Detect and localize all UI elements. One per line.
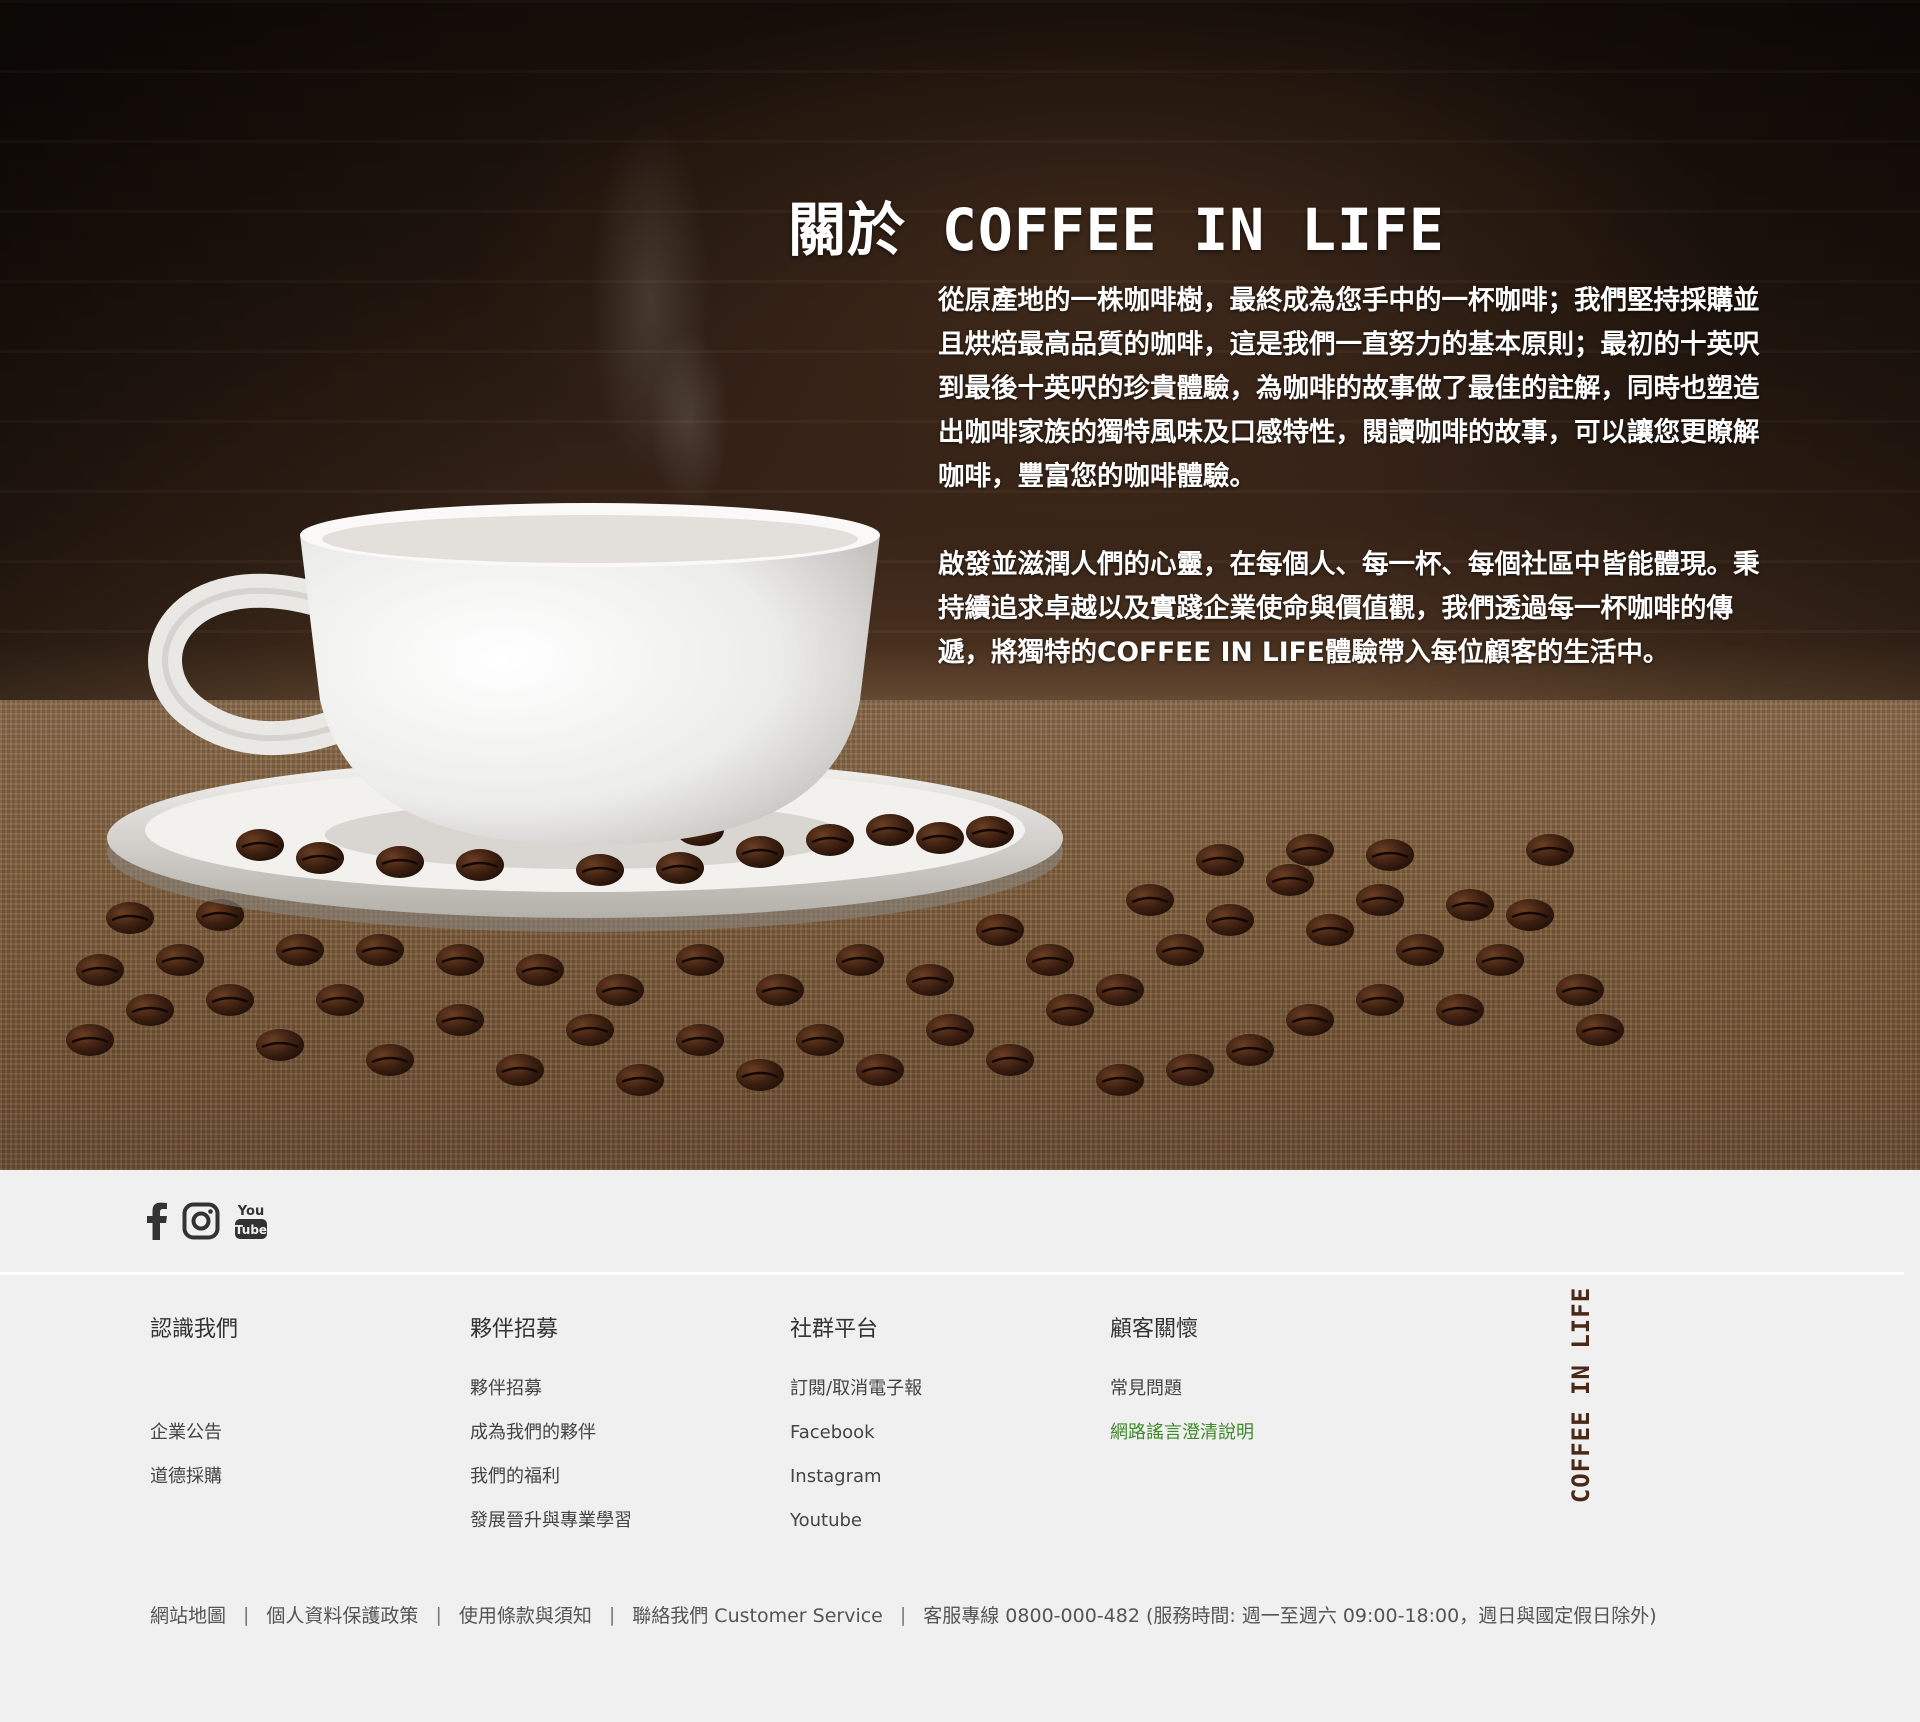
footer-link-newsletter[interactable]: 訂閱/取消電子報 <box>790 1367 1090 1411</box>
footer-brand-text: COFFEE IN LIFE <box>1567 1286 1595 1504</box>
footer-columns: 認識我們 企業公告 道德採購 夥伴招募 夥伴招募 成為我們的夥伴 我們的福利 發… <box>0 1275 1920 1575</box>
footer-link-announcements[interactable]: 企業公告 <box>150 1411 450 1455</box>
youtube-text-top: You <box>237 1204 264 1219</box>
link-separator: | <box>899 1603 907 1626</box>
footer-column-social: 社群平台 訂閱/取消電子報 Facebook Instagram Youtube <box>790 1315 1090 1543</box>
about-body: 從原產地的一株咖啡樹，最終成為您手中的一杯咖啡；我們堅持採購並且烘焙最高品質的咖… <box>938 279 1783 675</box>
link-separator: | <box>435 1603 442 1626</box>
footer-link-instagram[interactable]: Instagram <box>790 1455 1090 1499</box>
link-separator: | <box>608 1603 616 1626</box>
youtube-text-bottom: Tube <box>235 1223 267 1237</box>
about-section: 關於 COFFEE IN LIFE 從原產地的一株咖啡樹，最終成為您手中的一杯咖… <box>788 195 1788 675</box>
social-bar: You Tube <box>0 1170 1920 1272</box>
youtube-icon[interactable]: You Tube <box>234 1199 268 1243</box>
footer-column-about: 認識我們 企業公告 道德採購 <box>150 1315 450 1499</box>
footer-column-title: 認識我們 <box>150 1317 239 1342</box>
facebook-icon[interactable] <box>146 1199 168 1243</box>
footer-link-benefits[interactable]: 我們的福利 <box>470 1455 770 1499</box>
instagram-icon[interactable] <box>182 1199 220 1243</box>
footer-column-careers: 夥伴招募 夥伴招募 成為我們的夥伴 我們的福利 發展晉升與專業學習 <box>470 1315 770 1543</box>
link-terms[interactable]: 使用條款與須知 <box>459 1601 592 1628</box>
footer-link-facebook[interactable]: Facebook <box>790 1411 1090 1455</box>
about-paragraph-1: 從原產地的一株咖啡樹，最終成為您手中的一杯咖啡；我們堅持採購並且烘焙最高品質的咖… <box>938 285 1760 492</box>
footer-link-career-development[interactable]: 發展晉升與專業學習 <box>470 1499 770 1543</box>
footer-column-title: 社群平台 <box>790 1317 879 1342</box>
footer-link-recruiting[interactable]: 夥伴招募 <box>470 1367 770 1411</box>
footer-link-ethical-sourcing[interactable]: 道德採購 <box>150 1455 450 1499</box>
footer-link-rumor-clarification[interactable]: 網路謠言澄清說明 <box>1110 1411 1410 1455</box>
link-separator: | <box>243 1603 250 1626</box>
footer-column-title: 顧客關懷 <box>1110 1317 1199 1342</box>
link-sitemap[interactable]: 網站地圖 <box>150 1601 226 1628</box>
footer-column-customer-care: 顧客關懷 常見問題 網路謠言澄清說明 <box>1110 1315 1410 1455</box>
footer-bottom-links: 網站地圖 | 個人資料保護政策 | 使用條款與須知 | 聯絡我們 Custome… <box>150 1601 1657 1628</box>
customer-service-hotline: 客服專線 0800-000-482 (服務時間: 週一至週六 09:00-18:… <box>923 1605 1657 1627</box>
link-contact-us[interactable]: 聯絡我們 Customer Service <box>632 1601 883 1628</box>
about-title: 關於 COFFEE IN LIFE <box>788 196 1445 264</box>
link-privacy-policy[interactable]: 個人資料保護政策 <box>266 1601 418 1628</box>
footer-column-title: 夥伴招募 <box>470 1317 559 1342</box>
footer-link-become-partner[interactable]: 成為我們的夥伴 <box>470 1411 770 1455</box>
site-footer: You Tube 認識我們 企業公告 道德採購 夥伴招募 夥伴招募 成為我們的夥… <box>0 1170 1920 1627</box>
footer-brand-logo: COFFEE IN LIFE <box>1566 1287 1596 1503</box>
footer-link-youtube[interactable]: Youtube <box>790 1499 1090 1543</box>
about-hero: 關於 COFFEE IN LIFE 從原產地的一株咖啡樹，最終成為您手中的一杯咖… <box>0 0 1920 1170</box>
about-paragraph-2: 啟發並滋潤人們的心靈，在每個人、每一杯、每個社區中皆能體現。秉持續追求卓越以及實… <box>938 549 1760 668</box>
footer-link-faq[interactable]: 常見問題 <box>1110 1367 1410 1411</box>
